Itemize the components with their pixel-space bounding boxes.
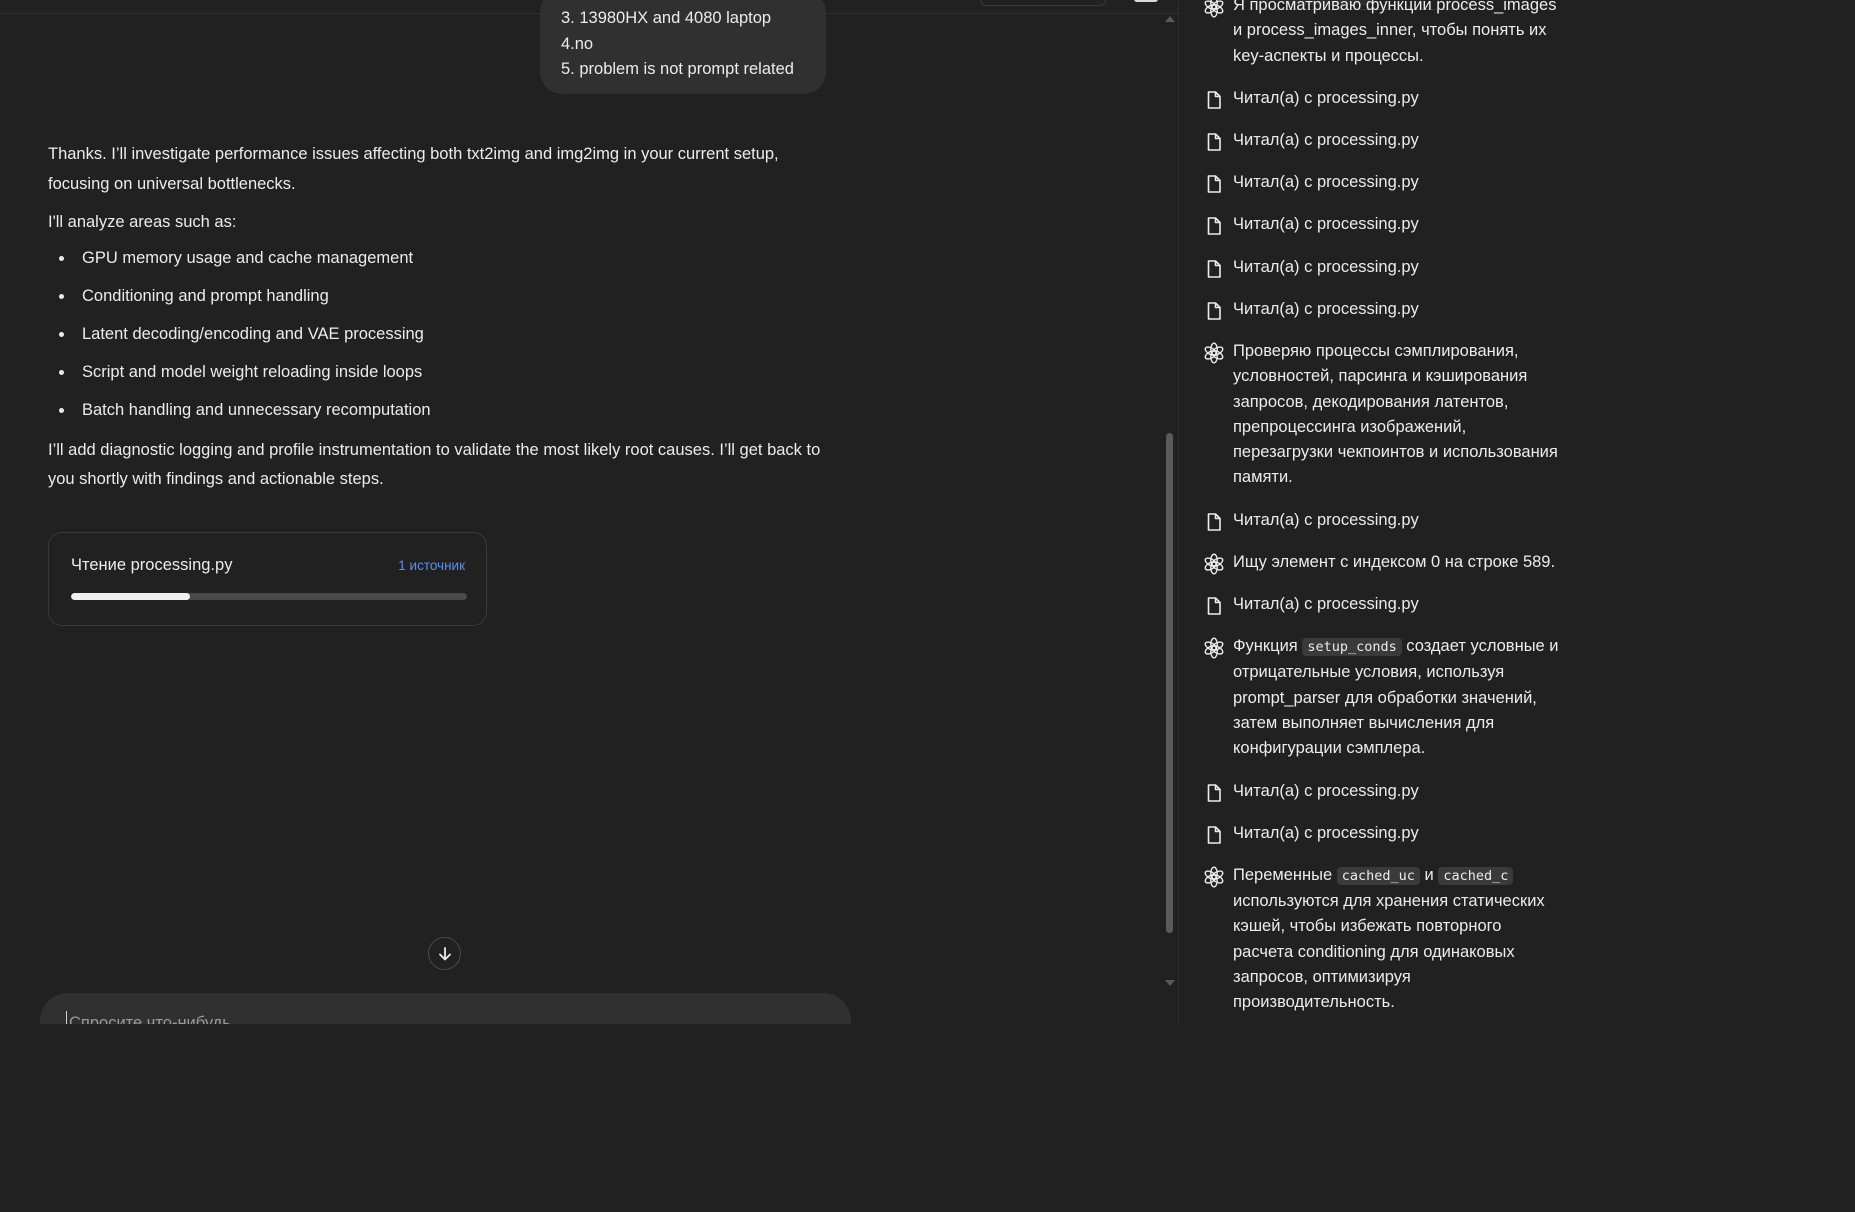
user-message-line: 3. 13980HX and 4080 laptop (561, 9, 772, 27)
activity-text: Читал(а) с processing.py (1233, 257, 1419, 276)
file-icon (1203, 595, 1225, 617)
bullet-item: Conditioning and prompt handling (59, 283, 828, 309)
activity-text: Читал(а) с processing.py (1233, 299, 1419, 318)
activity-text: Проверяю процессы сэмплирования, условно… (1233, 341, 1558, 487)
activity-read-item[interactable]: Читал(а) с processing.py (1179, 779, 1568, 804)
activity-read-item[interactable]: Читал(а) с processing.py (1179, 170, 1568, 195)
activity-panel: Я просматриваю функции process_images и … (1178, 0, 1568, 1024)
activity-thought-item: Ищу элемент с индексом 0 на строке 589. (1179, 550, 1568, 575)
progress-title: Чтение processing.py (71, 556, 233, 574)
openai-logo-icon (1203, 0, 1225, 18)
scroll-to-bottom-button[interactable] (428, 937, 461, 970)
activity-thought-item: Переменные cached_uc и cached_c использу… (1179, 863, 1568, 1016)
file-icon (1203, 173, 1225, 195)
file-icon (1203, 131, 1225, 153)
activity-read-item[interactable]: Читал(а) с processing.py (1179, 86, 1568, 111)
file-icon (1203, 511, 1225, 533)
scroll-down-arrow[interactable] (1165, 980, 1175, 986)
activity-text: Читал(а) с processing.py (1233, 173, 1419, 192)
openai-logo-icon (1203, 637, 1225, 659)
openai-logo-icon (1203, 553, 1225, 575)
activity-text: Читал(а) с processing.py (1233, 130, 1419, 149)
activity-read-item[interactable]: Читал(а) с processing.py (1179, 508, 1568, 533)
file-icon (1203, 215, 1225, 237)
openai-logo-icon (1203, 342, 1225, 364)
activity-text: Читал(а) с processing.py (1233, 781, 1419, 800)
openai-logo-icon (1203, 866, 1225, 888)
research-progress-card[interactable]: Чтение processing.py 1 источник (48, 532, 487, 626)
file-icon (1203, 89, 1225, 111)
scroll-thumb[interactable] (1166, 433, 1173, 933)
file-icon (1203, 782, 1225, 804)
bullet-item: Batch handling and unnecessary recomputa… (59, 397, 828, 423)
bullet-item: Latent decoding/encoding and VAE process… (59, 321, 828, 347)
activity-text: Читал(а) с processing.py (1233, 510, 1419, 529)
chat-pane: 3. 13980HX and 4080 laptop 4.no 5. probl… (0, 0, 1178, 1024)
sources-link[interactable]: 1 источник (398, 558, 465, 573)
file-icon (1203, 824, 1225, 846)
activity-text: Читал(а) с processing.py (1233, 594, 1419, 613)
activity-text: Ищу элемент с индексом 0 на строке 589. (1233, 552, 1556, 571)
activity-text: Читал(а) с processing.py (1233, 215, 1419, 234)
activity-thought-item: Проверяю процессы сэмплирования, условно… (1179, 339, 1568, 491)
scroll-up-arrow[interactable] (1165, 16, 1175, 22)
activity-thought-item: Я просматриваю функции process_images и … (1179, 0, 1568, 69)
file-icon (1203, 258, 1225, 280)
activity-text: Читал(а) с processing.py (1233, 88, 1419, 107)
inline-code: cached_c (1438, 866, 1514, 885)
assistant-lead: I'll analyze areas such as: (48, 213, 237, 231)
activity-text: Функция setup_conds создает условные и о… (1233, 637, 1559, 758)
inline-code: cached_uc (1336, 866, 1420, 885)
activity-text: Я просматриваю функции process_images и … (1233, 0, 1557, 65)
activity-read-item[interactable]: Читал(а) с processing.py (1179, 592, 1568, 617)
user-message-line: 5. problem is not prompt related (561, 60, 794, 78)
message-composer (40, 993, 851, 1024)
user-message-line: 4.no (561, 34, 594, 53)
user-message-bubble: 3. 13980HX and 4080 laptop 4.no 5. probl… (540, 0, 826, 94)
activity-read-item[interactable]: Читал(а) с processing.py (1179, 297, 1568, 322)
file-icon (1203, 300, 1225, 322)
assistant-bullet-list: GPU memory usage and cache management Co… (48, 245, 828, 423)
bullet-item: GPU memory usage and cache management (59, 245, 828, 271)
activity-text: Переменные cached_uc и cached_c использу… (1233, 865, 1545, 1012)
prompt-input[interactable] (66, 1011, 771, 1024)
inline-code: setup_conds (1302, 638, 1402, 657)
arrow-down-icon (438, 946, 451, 960)
progress-fill (71, 593, 190, 600)
activity-read-item[interactable]: Читал(а) с processing.py (1179, 212, 1568, 237)
activity-thought-item: Функция setup_conds создает условные и о… (1179, 634, 1568, 761)
progress-track (71, 593, 467, 600)
activity-read-item[interactable]: Читал(а) с processing.py (1179, 128, 1568, 153)
assistant-intro: Thanks. I’ll investigate performance iss… (48, 145, 779, 193)
activity-read-item[interactable]: Читал(а) с processing.py (1179, 821, 1568, 846)
assistant-outro: I’ll add diagnostic logging and profile … (48, 440, 821, 489)
activity-text: Читал(а) с processing.py (1233, 823, 1419, 842)
chat-scrollbar[interactable] (1162, 14, 1178, 994)
bullet-item: Script and model weight reloading inside… (59, 359, 828, 385)
assistant-message: Thanks. I’ll investigate performance iss… (48, 140, 828, 495)
activity-read-item[interactable]: Читал(а) с processing.py (1179, 255, 1568, 280)
activity-list: Я просматриваю функции process_images и … (1179, 0, 1568, 1024)
